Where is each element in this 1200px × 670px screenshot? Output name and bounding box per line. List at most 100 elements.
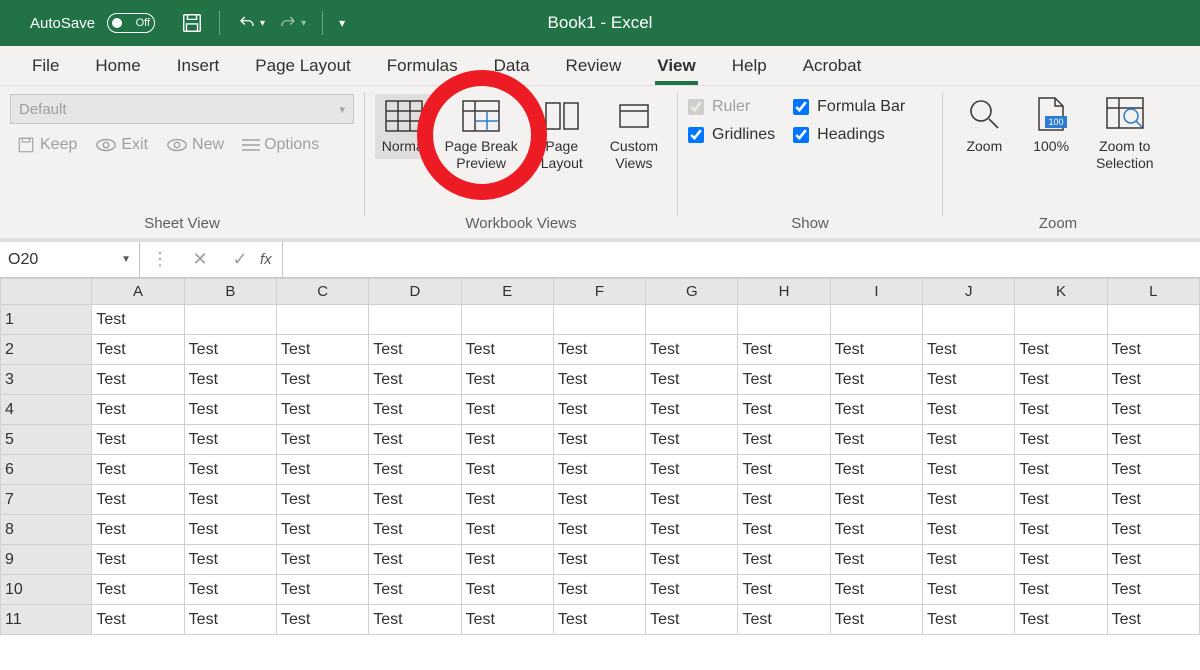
cell[interactable] xyxy=(738,305,830,335)
tab-data[interactable]: Data xyxy=(476,46,548,85)
cell[interactable]: Test xyxy=(1015,515,1107,545)
tab-page-layout[interactable]: Page Layout xyxy=(237,46,368,85)
row-header[interactable]: 2 xyxy=(1,335,92,365)
new-button[interactable]: New xyxy=(160,134,230,156)
zoom-to-selection-button[interactable]: Zoom to Selection xyxy=(1087,94,1163,172)
cell[interactable]: Test xyxy=(923,335,1015,365)
cell[interactable]: Test xyxy=(1107,395,1199,425)
cell[interactable]: Test xyxy=(276,575,368,605)
cell[interactable]: Test xyxy=(461,455,553,485)
cell[interactable] xyxy=(923,305,1015,335)
tab-file[interactable]: File xyxy=(14,46,77,85)
cell[interactable]: Test xyxy=(92,395,184,425)
cell[interactable]: Test xyxy=(184,335,276,365)
cell[interactable]: Test xyxy=(553,515,645,545)
cell[interactable] xyxy=(646,305,738,335)
column-header[interactable]: J xyxy=(923,279,1015,305)
select-all-corner[interactable] xyxy=(1,279,92,305)
tab-help[interactable]: Help xyxy=(714,46,785,85)
cell[interactable] xyxy=(461,305,553,335)
cell[interactable]: Test xyxy=(646,545,738,575)
row-header[interactable]: 9 xyxy=(1,545,92,575)
cell[interactable]: Test xyxy=(369,425,461,455)
cell[interactable]: Test xyxy=(369,515,461,545)
cell[interactable]: Test xyxy=(923,395,1015,425)
chevron-down-icon[interactable]: ▼ xyxy=(121,254,131,265)
cell[interactable]: Test xyxy=(830,515,922,545)
cell[interactable]: Test xyxy=(738,485,830,515)
cell[interactable]: Test xyxy=(461,395,553,425)
cell[interactable]: Test xyxy=(369,485,461,515)
headings-checkbox[interactable]: Headings xyxy=(793,126,905,144)
enter-icon[interactable]: ✓ xyxy=(220,249,260,270)
cell[interactable]: Test xyxy=(92,605,184,635)
row-header[interactable]: 1 xyxy=(1,305,92,335)
qat-customize-icon[interactable]: ▾ xyxy=(339,16,345,30)
cell[interactable]: Test xyxy=(461,605,553,635)
cell[interactable]: Test xyxy=(738,575,830,605)
column-header[interactable]: G xyxy=(646,279,738,305)
cell[interactable]: Test xyxy=(461,425,553,455)
cell[interactable]: Test xyxy=(738,515,830,545)
cell[interactable]: Test xyxy=(830,335,922,365)
cell[interactable]: Test xyxy=(92,335,184,365)
exit-button[interactable]: Exit xyxy=(89,134,154,156)
cell[interactable]: Test xyxy=(738,425,830,455)
cell[interactable]: Test xyxy=(276,485,368,515)
cell[interactable]: Test xyxy=(553,545,645,575)
row-header[interactable]: 10 xyxy=(1,575,92,605)
cell[interactable]: Test xyxy=(553,455,645,485)
fx-label[interactable]: fx xyxy=(260,251,282,268)
cell[interactable]: Test xyxy=(646,605,738,635)
cell[interactable]: Test xyxy=(923,545,1015,575)
cell[interactable] xyxy=(1107,305,1199,335)
formula-input[interactable] xyxy=(283,242,1200,277)
cell[interactable]: Test xyxy=(738,545,830,575)
cell[interactable]: Test xyxy=(738,365,830,395)
cell[interactable]: Test xyxy=(830,485,922,515)
cell[interactable]: Test xyxy=(646,335,738,365)
cell[interactable] xyxy=(276,305,368,335)
name-box[interactable]: O20 ▼ xyxy=(0,242,140,277)
cell[interactable]: Test xyxy=(1015,485,1107,515)
cell[interactable]: Test xyxy=(830,425,922,455)
cell[interactable]: Test xyxy=(1107,365,1199,395)
cell[interactable]: Test xyxy=(553,575,645,605)
tab-review[interactable]: Review xyxy=(548,46,640,85)
cell[interactable]: Test xyxy=(184,395,276,425)
cell[interactable]: Test xyxy=(92,455,184,485)
cell[interactable]: Test xyxy=(1015,425,1107,455)
cell[interactable]: Test xyxy=(276,545,368,575)
zoom-button[interactable]: Zoom xyxy=(953,94,1016,155)
sheet-view-dropdown[interactable]: Default ▾ xyxy=(10,94,354,124)
row-header[interactable]: 11 xyxy=(1,605,92,635)
cell[interactable]: Test xyxy=(1107,335,1199,365)
row-header[interactable]: 7 xyxy=(1,485,92,515)
cell[interactable]: Test xyxy=(1107,425,1199,455)
cell[interactable]: Test xyxy=(184,455,276,485)
cell[interactable]: Test xyxy=(369,575,461,605)
zoom-100-button[interactable]: 100 100% xyxy=(1020,94,1083,155)
column-header[interactable]: D xyxy=(369,279,461,305)
cell[interactable]: Test xyxy=(184,485,276,515)
column-header[interactable]: I xyxy=(830,279,922,305)
column-header[interactable]: L xyxy=(1107,279,1199,305)
cell[interactable]: Test xyxy=(738,395,830,425)
cell[interactable]: Test xyxy=(830,365,922,395)
cell[interactable]: Test xyxy=(369,605,461,635)
cell[interactable] xyxy=(1015,305,1107,335)
cell[interactable]: Test xyxy=(369,335,461,365)
cell[interactable]: Test xyxy=(276,335,368,365)
cell[interactable]: Test xyxy=(1015,545,1107,575)
cell[interactable]: Test xyxy=(553,425,645,455)
cell[interactable] xyxy=(184,305,276,335)
cell[interactable]: Test xyxy=(92,305,184,335)
cell[interactable]: Test xyxy=(830,455,922,485)
cell[interactable]: Test xyxy=(553,395,645,425)
cell[interactable]: Test xyxy=(461,485,553,515)
cell[interactable]: Test xyxy=(738,605,830,635)
cell[interactable]: Test xyxy=(830,545,922,575)
cell[interactable]: Test xyxy=(738,335,830,365)
undo-icon[interactable]: ▾ xyxy=(236,14,265,32)
cell[interactable]: Test xyxy=(1015,395,1107,425)
